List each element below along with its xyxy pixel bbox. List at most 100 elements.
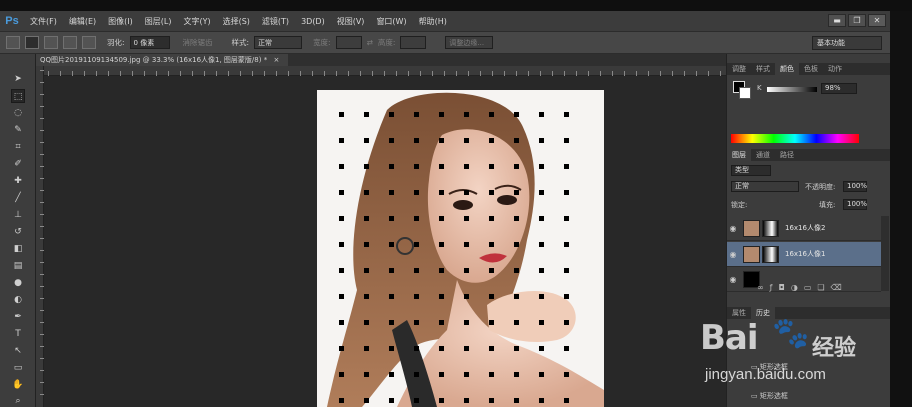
menu-filter[interactable]: 滤镜(T) xyxy=(256,16,295,27)
gradient-tool-icon[interactable]: ▤ xyxy=(11,259,25,273)
halftone-dot xyxy=(364,216,369,221)
document-close-icon[interactable]: × xyxy=(273,56,279,64)
lasso-tool-icon[interactable]: ◌ xyxy=(11,106,25,120)
folder-icon[interactable]: ▭ xyxy=(804,283,818,292)
layer-filter-select[interactable]: 类型 xyxy=(731,165,771,176)
layer-row[interactable]: ◉ 16x16人像2 xyxy=(727,216,881,241)
watermark-brand: Bai xyxy=(700,318,759,358)
visibility-eye-icon[interactable]: ◉ xyxy=(727,250,739,259)
menu-edit[interactable]: 编辑(E) xyxy=(63,16,102,27)
halftone-dot xyxy=(464,138,469,143)
adjustment-icon[interactable]: ◑ xyxy=(791,283,804,292)
swap-icon[interactable]: ⇄ xyxy=(367,38,373,47)
blur-tool-icon[interactable]: ● xyxy=(11,276,25,290)
tab-channels[interactable]: 通道 xyxy=(751,149,775,161)
zoom-tool-icon[interactable]: ⌕ xyxy=(11,394,25,407)
clone-stamp-tool-icon[interactable]: ⊥ xyxy=(11,208,25,222)
menu-file[interactable]: 文件(F) xyxy=(24,16,63,27)
opacity-label: 不透明度: xyxy=(805,183,836,191)
halftone-dot xyxy=(414,242,419,247)
pen-tool-icon[interactable]: ✒ xyxy=(11,310,25,324)
healing-brush-tool-icon[interactable]: ✚ xyxy=(11,174,25,188)
menu-help[interactable]: 帮助(H) xyxy=(413,16,453,27)
shape-tool-icon[interactable]: ▭ xyxy=(11,361,25,375)
tab-actions[interactable]: 动作 xyxy=(823,63,847,75)
menu-type[interactable]: 文字(Y) xyxy=(177,16,216,27)
layer-mask-thumbnail[interactable] xyxy=(762,245,779,263)
tab-paths[interactable]: 路径 xyxy=(775,149,799,161)
opacity-input[interactable]: 100% xyxy=(843,181,867,192)
layer-row[interactable]: ◉ 16x16人像1 xyxy=(727,242,881,267)
marquee-preset-icon[interactable] xyxy=(6,36,20,49)
close-button[interactable]: ✕ xyxy=(868,14,886,27)
quick-select-tool-icon[interactable]: ✎ xyxy=(11,123,25,137)
layers-scrollbar[interactable] xyxy=(881,216,889,291)
move-tool-icon[interactable]: ➤ xyxy=(11,72,25,86)
paw-icon: 🐾 xyxy=(772,316,810,351)
tab-color[interactable]: 颜色 xyxy=(775,63,799,75)
document-canvas[interactable] xyxy=(317,90,604,407)
type-tool-icon[interactable]: T xyxy=(11,327,25,341)
hand-tool-icon[interactable]: ✋ xyxy=(11,378,25,392)
halftone-dot xyxy=(439,268,444,273)
subtract-selection-icon[interactable] xyxy=(63,36,77,49)
history-brush-tool-icon[interactable]: ↺ xyxy=(11,225,25,239)
eraser-tool-icon[interactable]: ◧ xyxy=(11,242,25,256)
color-slider[interactable] xyxy=(767,87,817,92)
new-layer-icon[interactable]: ❏ xyxy=(817,283,830,292)
menu-window[interactable]: 窗口(W) xyxy=(370,16,412,27)
color-value-input[interactable]: 98% xyxy=(821,83,857,94)
history-item[interactable]: ▭ 矩形选框 xyxy=(751,391,788,401)
layer-name: 16x16人像1 xyxy=(785,250,826,258)
halftone-dot xyxy=(414,216,419,221)
fill-label: 填充: xyxy=(819,201,836,209)
halftone-dot xyxy=(489,268,494,273)
eyedropper-tool-icon[interactable]: ✐ xyxy=(11,157,25,171)
menu-view[interactable]: 视图(V) xyxy=(331,16,371,27)
menu-layer[interactable]: 图层(L) xyxy=(139,16,178,27)
halftone-dot xyxy=(514,242,519,247)
marquee-tool-icon[interactable]: ⬚ xyxy=(11,89,25,103)
tab-adjustments[interactable]: 调整 xyxy=(727,63,751,75)
tab-layers[interactable]: 图层 xyxy=(727,149,751,161)
workspace-select[interactable]: 基本功能 xyxy=(812,36,882,50)
tab-styles[interactable]: 样式 xyxy=(751,63,775,75)
width-input[interactable] xyxy=(335,36,362,49)
style-select[interactable]: 正常 xyxy=(254,36,303,49)
crop-tool-icon[interactable]: ⌗ xyxy=(11,140,25,154)
height-input[interactable] xyxy=(400,36,427,49)
menu-image[interactable]: 图像(I) xyxy=(102,16,139,27)
fill-input[interactable]: 100% xyxy=(843,199,867,210)
feather-input[interactable]: 0 像素 xyxy=(129,36,170,49)
halftone-dot xyxy=(439,320,444,325)
fx-icon[interactable]: ƒ xyxy=(770,283,779,292)
menu-select[interactable]: 选择(S) xyxy=(217,16,256,27)
path-select-tool-icon[interactable]: ↖ xyxy=(11,344,25,358)
dodge-tool-icon[interactable]: ◐ xyxy=(11,293,25,307)
blend-mode-select[interactable]: 正常 xyxy=(731,181,799,192)
document-tab[interactable]: QQ图片20191109134509.jpg @ 33.3% (16x16人像1… xyxy=(36,54,288,66)
halftone-dot xyxy=(539,294,544,299)
intersect-selection-icon[interactable] xyxy=(82,36,96,49)
visibility-eye-icon[interactable]: ◉ xyxy=(727,275,739,284)
restore-button[interactable]: ❐ xyxy=(848,14,866,27)
color-spectrum[interactable] xyxy=(731,134,859,143)
halftone-dot xyxy=(489,242,494,247)
width-label: 宽度: xyxy=(313,38,331,47)
refine-edge-button[interactable]: 调整边缘... xyxy=(445,36,494,49)
background-color-swatch[interactable] xyxy=(739,87,751,99)
visibility-eye-icon[interactable]: ◉ xyxy=(727,224,739,233)
add-selection-icon[interactable] xyxy=(44,36,58,49)
minimize-button[interactable]: ▬ xyxy=(828,14,846,27)
antialias-checkbox[interactable]: 消除锯齿 xyxy=(183,37,213,48)
halftone-dot xyxy=(564,372,569,377)
new-selection-icon[interactable] xyxy=(25,36,39,49)
halftone-dot xyxy=(514,320,519,325)
brush-tool-icon[interactable]: ╱ xyxy=(11,191,25,205)
trash-icon[interactable]: ⌫ xyxy=(831,283,848,292)
layer-mask-thumbnail[interactable] xyxy=(762,219,779,237)
tab-swatches[interactable]: 色板 xyxy=(799,63,823,75)
mask-icon[interactable]: ◘ xyxy=(779,283,791,292)
menu-3d[interactable]: 3D(D) xyxy=(295,17,331,26)
link-icon[interactable]: ∞ xyxy=(757,283,770,292)
